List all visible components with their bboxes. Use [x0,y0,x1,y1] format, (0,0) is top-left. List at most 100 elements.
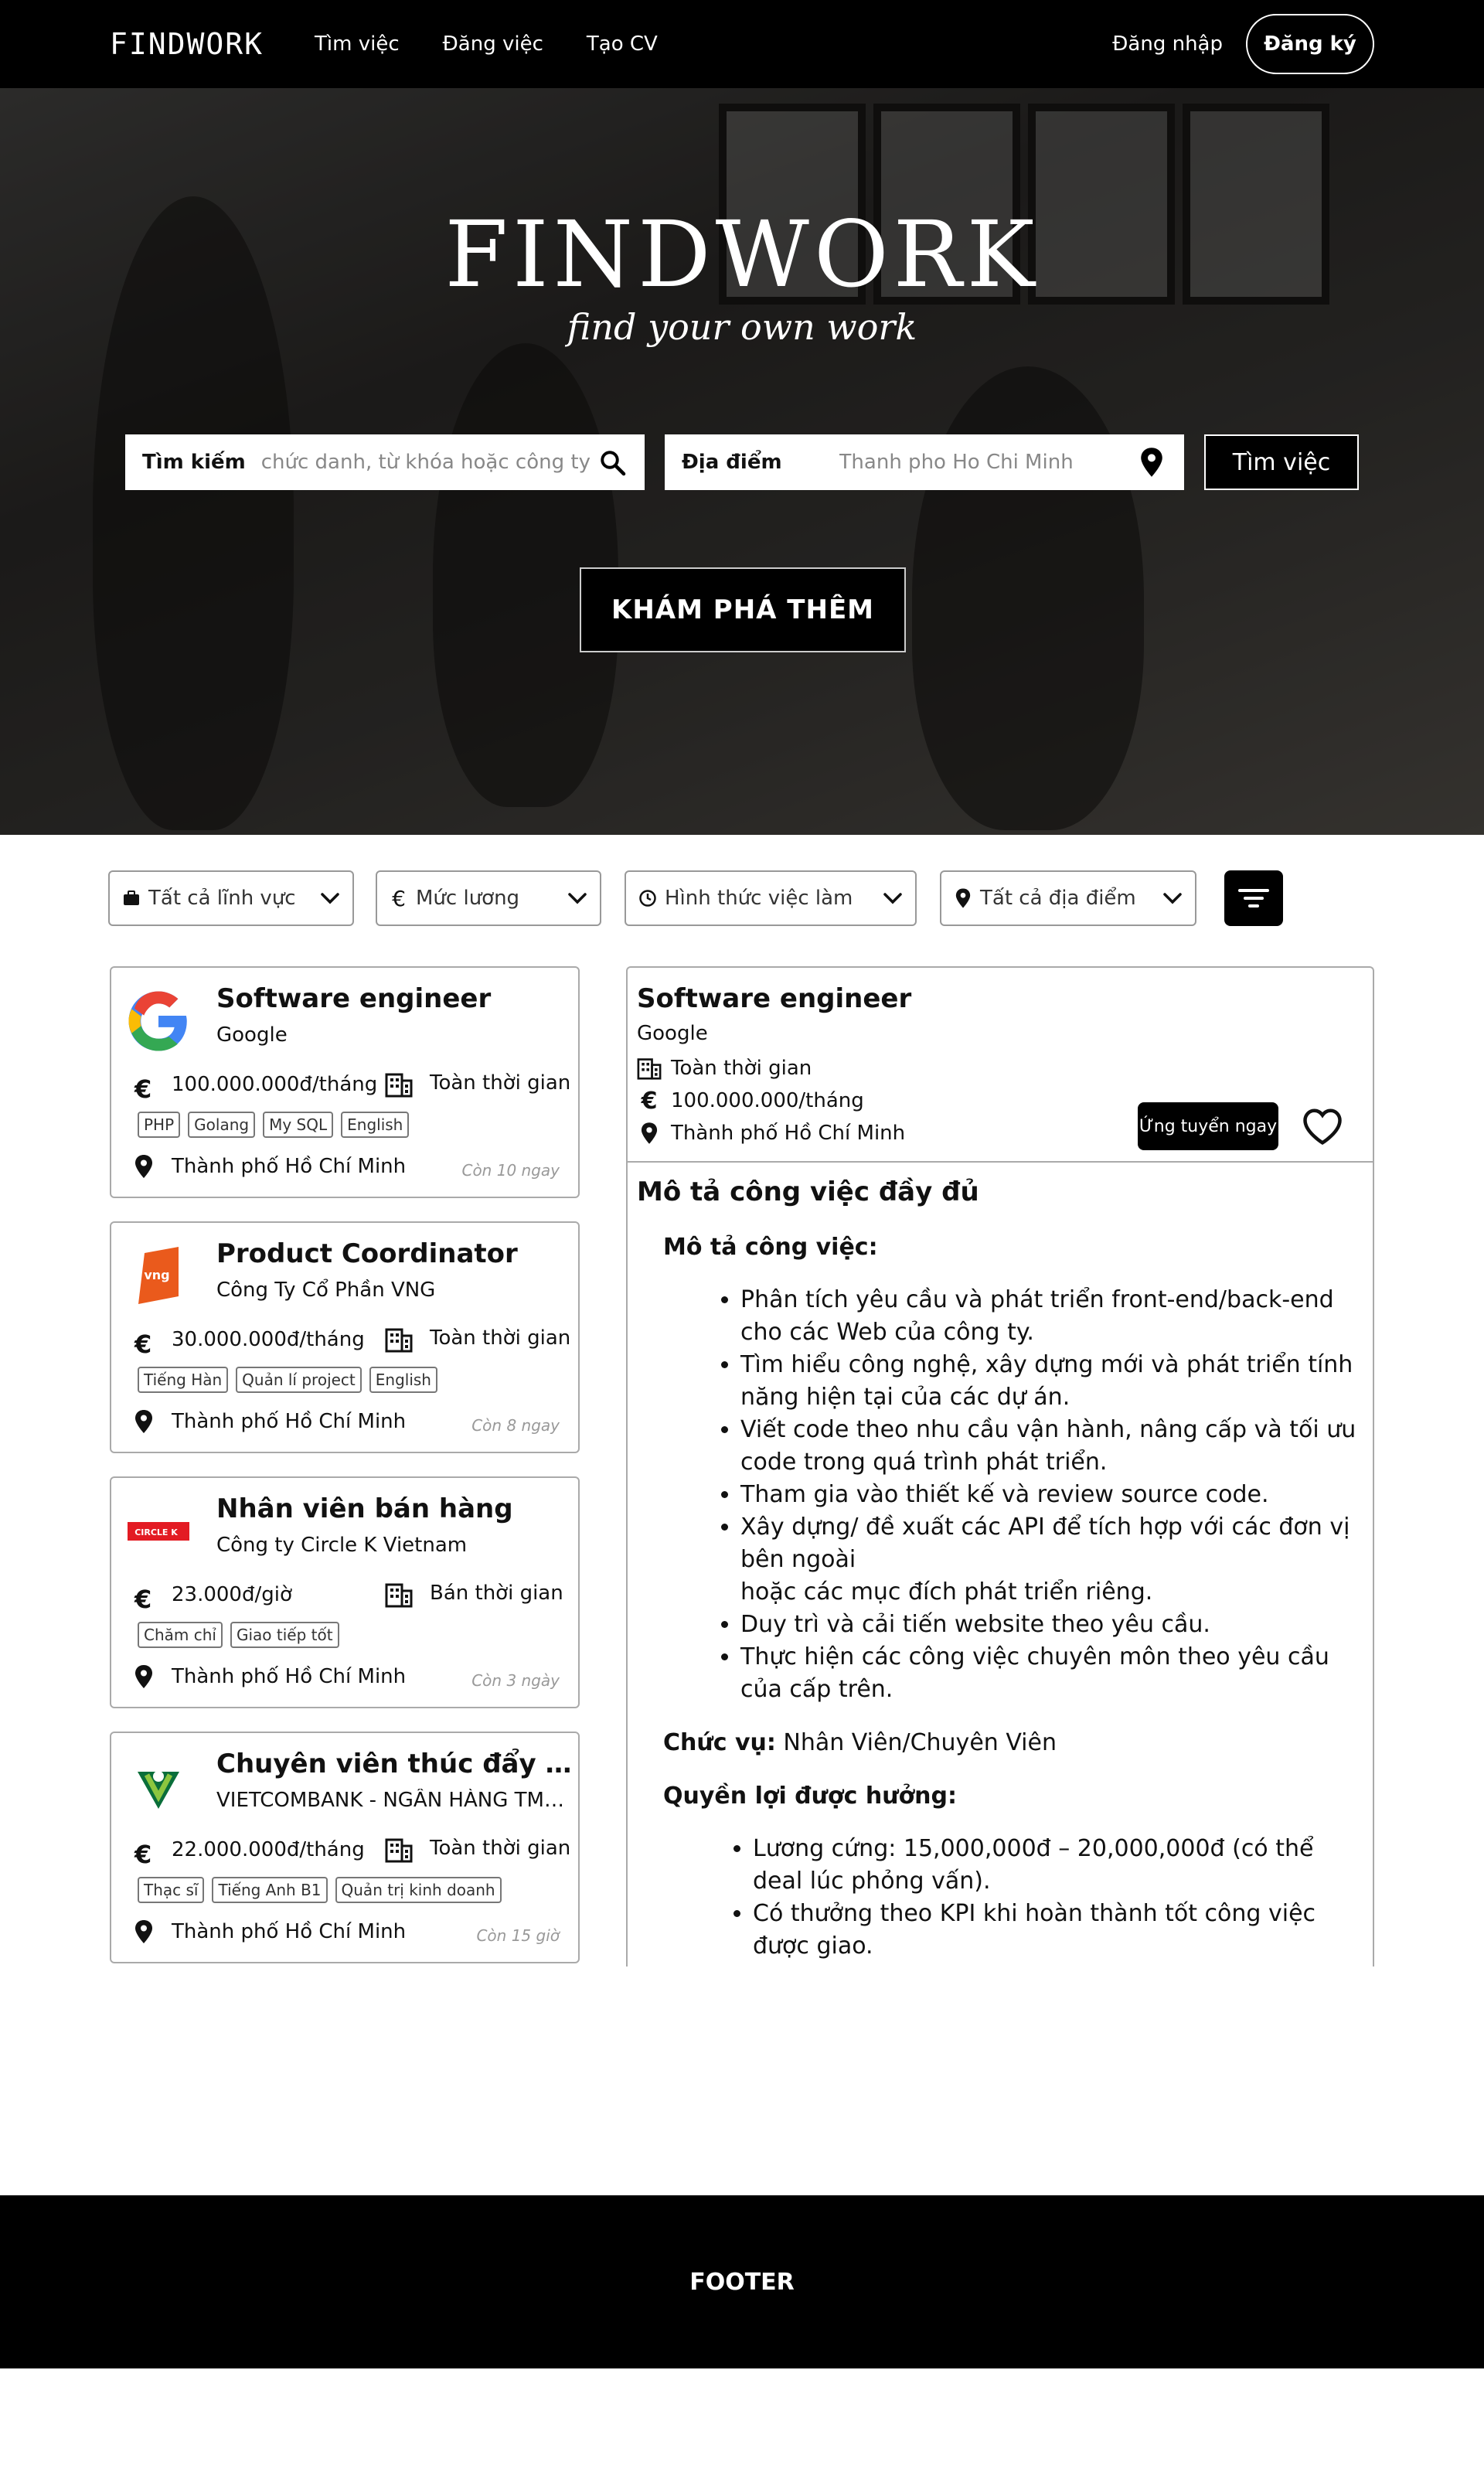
heart-icon[interactable] [1302,1107,1343,1146]
search-icon[interactable] [597,447,628,478]
login-link[interactable]: Đăng nhập [1112,32,1223,56]
job-detail-header: Software engineer Google Toàn thời gian … [628,968,1373,1163]
description-item: Tham gia vào thiết kế và review source c… [740,1479,1357,1511]
detail-salary: 100.000.000/tháng [671,1089,864,1112]
find-job-button[interactable]: Tìm việc [1204,434,1359,490]
building-icon [385,1582,413,1609]
euro-icon: € [134,1585,152,1614]
job-location: Thành phố Hồ Chí Minh [172,1920,407,1943]
signup-button[interactable]: Đăng ký [1246,14,1374,74]
map-pin-icon [134,1665,158,1691]
skill-tag: My SQL [263,1112,334,1138]
description-item: Phân tích yêu cầu và phát triển front-en… [740,1284,1357,1349]
skill-tags: Chăm chỉ Giao tiếp tốt [138,1622,339,1648]
description-item: Duy trì và cải tiến website theo yêu cầu… [740,1609,1357,1641]
skill-tags: PHP Golang My SQL English [138,1112,410,1138]
circle-k-logo-text: CIRCLE K [134,1527,178,1537]
job-salary: 100.000.000đ/tháng [172,1073,378,1096]
filter-work-type[interactable]: Hình thức việc làm [625,870,917,926]
job-card[interactable]: CIRCLE K Nhân viên bán hàng Công ty Circ… [110,1476,580,1708]
filter-button[interactable] [1224,870,1283,926]
filter-icon [1238,889,1269,907]
filter-location-label: Tất cả địa điểm [980,887,1136,910]
hero-subtitle: find your own work [567,306,917,348]
job-title[interactable]: Software engineer [216,983,572,1014]
skill-tag: Tiếng Anh B1 [212,1877,328,1903]
search-label: Tìm kiếm [142,451,246,474]
navbar: FINDWORK Tìm việc Đăng việc Tạo CV Đăng … [0,0,1484,88]
job-salary: 30.000.000đ/tháng [172,1328,365,1351]
filter-field-label: Tất cả lĩnh vực [148,887,296,910]
detail-type: Toàn thời gian [671,1057,812,1080]
job-time-left: Còn 10 ngay [461,1161,560,1180]
job-card[interactable]: Chuyên viên thúc đẩy nâ... VIETCOMBANK -… [110,1732,580,1963]
job-title[interactable]: Nhân viên bán hàng [216,1493,572,1524]
map-pin-icon [637,1121,662,1146]
building-icon [385,1837,413,1864]
skill-tag: Tiếng Hàn [138,1367,229,1393]
position-value: Nhân Viên/Chuyên Viên [783,1729,1057,1756]
euro-icon: € [134,1840,152,1869]
euro-icon: € [134,1074,152,1104]
google-logo [124,986,193,1056]
filter-work-type-label: Hình thức việc làm [665,887,853,910]
search-input[interactable] [260,451,597,474]
job-time-left: Còn 3 ngày [471,1671,560,1690]
vng-logo-text: vng [144,1268,169,1282]
detail-job-title: Software engineer [637,983,912,1014]
location-search-box: Địa điểm [665,434,1184,490]
vietcombank-logo [124,1752,193,1821]
detail-type-row: Toàn thời gian [637,1056,812,1081]
job-type: Toàn thời gian [430,1837,571,1860]
building-icon [637,1056,662,1081]
job-title[interactable]: Product Coordinator [216,1238,572,1269]
job-company: Công ty Circle K Vietnam [216,1534,468,1557]
job-time-left: Còn 8 ngay [471,1416,560,1435]
map-pin-icon[interactable] [1136,447,1167,478]
map-pin-icon [134,1410,158,1436]
filter-field[interactable]: Tất cả lĩnh vực [108,870,354,926]
benefits-heading: Quyền lợi được hưởng: [663,1783,958,1810]
skill-tag: Quản trị kinh doanh [335,1877,502,1903]
apply-now-button[interactable]: Ứng tuyển ngay [1138,1102,1278,1150]
skill-tags: Thạc sĩ Tiếng Anh B1 Quản trị kinh doanh [138,1877,502,1903]
nav-link-post-job[interactable]: Đăng việc [443,32,543,56]
description-item: Thực hiện các công việc chuyên môn theo … [740,1641,1357,1706]
map-pin-icon [134,1920,158,1946]
job-card[interactable]: vng Product Coordinator Công Ty Cổ Phần … [110,1221,580,1453]
filter-salary[interactable]: € Mức lương [376,870,601,926]
job-detail-body: Mô tả công việc đầy đủ Mô tả công việc: … [628,1164,1373,1967]
chevron-down-icon [318,887,342,910]
clock-icon [637,887,659,909]
vng-logo: vng [124,1241,193,1311]
full-description-title: Mô tả công việc đầy đủ [637,1177,979,1207]
job-type: Toàn thời gian [430,1071,571,1095]
keyword-search-box: Tìm kiếm [125,434,645,490]
filter-location[interactable]: Tất cả địa điểm [940,870,1196,926]
skill-tag: Golang [188,1112,256,1138]
briefcase-icon [121,887,142,909]
benefit-item: Có thưởng theo KPI khi hoàn thành tốt cô… [753,1898,1357,1963]
job-location: Thành phố Hồ Chí Minh [172,1665,407,1688]
job-company: VIETCOMBANK - NGÂN HÀNG TMCP ... [216,1789,572,1812]
brand-logo[interactable]: FINDWORK [110,27,264,61]
euro-icon: € [641,1087,658,1115]
filter-salary-label: Mức lương [416,887,520,910]
job-title[interactable]: Chuyên viên thúc đẩy nâ... [216,1749,572,1779]
detail-location: Thành phố Hồ Chí Minh [671,1122,906,1145]
job-detail-panel: Software engineer Google Toàn thời gian … [626,966,1374,1967]
detail-salary-row: € 100.000.000/tháng [637,1087,864,1115]
explore-more-button[interactable]: KHÁM PHÁ THÊM [580,567,906,652]
skill-tag: English [369,1367,437,1393]
description-item: Viết code theo nhu cầu vận hành, nâng cấ… [740,1414,1357,1479]
job-company: Công Ty Cổ Phần VNG [216,1279,436,1302]
nav-link-find-job[interactable]: Tìm việc [315,32,400,56]
detail-location-row: Thành phố Hồ Chí Minh [637,1121,905,1146]
location-input[interactable] [839,451,1136,474]
job-card[interactable]: Software engineer Google € 100.000.000đ/… [110,966,580,1198]
skill-tags: Tiếng Hàn Quản lí project English [138,1367,437,1393]
position-row: Chức vụ: Nhân Viên/Chuyên Viên [663,1729,1363,1756]
nav-link-create-cv[interactable]: Tạo CV [587,32,658,56]
description-item: hoặc các mục đích phát triển riêng. [740,1578,1153,1606]
job-location: Thành phố Hồ Chí Minh [172,1410,407,1433]
